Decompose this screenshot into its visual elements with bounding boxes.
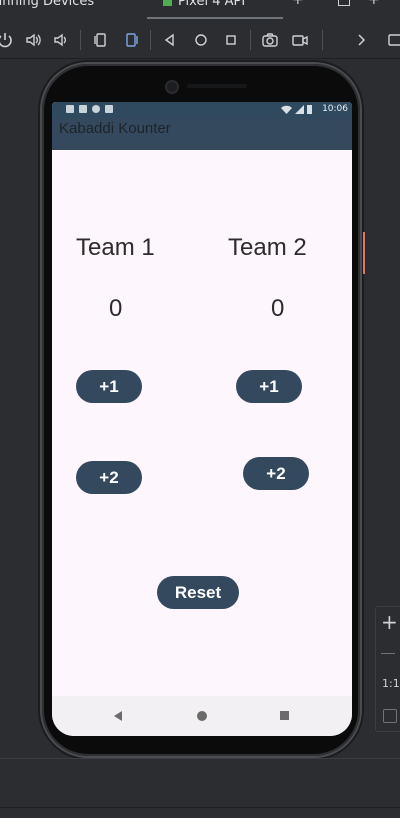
notification-icons [66, 105, 113, 113]
status-time: 10:06 [322, 104, 348, 114]
more-icon[interactable]: + [368, 0, 380, 8]
toolbar-separator [250, 30, 251, 50]
back-icon[interactable] [159, 29, 181, 51]
team1-score: 0 [109, 295, 123, 322]
rotate-left-icon[interactable] [89, 29, 111, 51]
team2-plus1-button[interactable]: +1 [236, 370, 302, 403]
volume-down-icon[interactable] [50, 29, 72, 51]
emulator-toolbar [0, 22, 400, 59]
rotate-right-icon[interactable] [121, 29, 143, 51]
zoom-actual-size-button[interactable]: 1:1 [382, 677, 400, 690]
camera-icon[interactable] [259, 29, 281, 51]
power-icon[interactable] [0, 29, 16, 51]
wifi-icon [281, 105, 292, 114]
app-bar: Kabaddi Kounter [52, 118, 352, 150]
scroll-indicator [363, 232, 365, 274]
overview-icon[interactable] [220, 29, 242, 51]
toolbar-separator [150, 30, 151, 50]
tab-running-devices[interactable]: unning Devices [0, 0, 94, 9]
speaker-grille [187, 84, 247, 88]
zoom-controls: + 1:1 [375, 606, 400, 732]
video-icon[interactable] [289, 29, 311, 51]
window-icon[interactable] [338, 0, 350, 6]
add-tab-icon[interactable]: + [292, 0, 304, 8]
volume-up-icon[interactable] [22, 29, 44, 51]
zoom-out-icon[interactable] [381, 653, 395, 654]
active-tab-indicator [147, 17, 283, 19]
ide-tab-strip: unning Devices Pixel 4 API + + [0, 0, 400, 22]
team1-label: Team 1 [76, 234, 155, 261]
nav-back-icon[interactable] [114, 711, 122, 721]
app-title: Kabaddi Kounter [59, 120, 171, 137]
team1-plus2-button[interactable]: +2 [76, 461, 142, 494]
cast-icon[interactable] [384, 29, 400, 51]
toolbar-separator [80, 30, 81, 50]
nav-recents-icon[interactable] [280, 711, 289, 720]
tab-device[interactable]: Pixel 4 API [163, 0, 245, 9]
chevron-right-icon[interactable] [350, 29, 372, 51]
team2-plus2-button[interactable]: +2 [243, 457, 309, 490]
team2-score: 0 [271, 295, 285, 322]
team2-label: Team 2 [228, 234, 307, 261]
fit-screen-icon[interactable] [383, 709, 397, 723]
navigation-bar [52, 696, 352, 736]
system-icons [281, 105, 312, 114]
device-icon [163, 0, 172, 6]
notification-icon [66, 105, 74, 113]
sd-card-icon [105, 105, 113, 113]
team1-plus1-button[interactable]: +1 [76, 370, 142, 403]
zoom-in-icon[interactable]: + [381, 610, 398, 634]
device-frame: 10:06 Kabaddi Kounter Team 1 Team 2 0 0 … [42, 64, 360, 756]
battery-icon [307, 105, 312, 114]
front-camera [165, 80, 179, 94]
ide-bottom-bar [0, 758, 400, 808]
circle-icon [92, 105, 100, 113]
nav-home-icon[interactable] [197, 711, 207, 721]
reset-button[interactable]: Reset [157, 576, 239, 609]
device-screen: 10:06 Kabaddi Kounter Team 1 Team 2 0 0 … [52, 102, 352, 736]
signal-icon [295, 105, 304, 114]
toolbar-separator [322, 30, 323, 50]
home-icon[interactable] [190, 29, 212, 51]
shield-icon [79, 105, 87, 113]
status-bar: 10:06 [52, 102, 352, 118]
